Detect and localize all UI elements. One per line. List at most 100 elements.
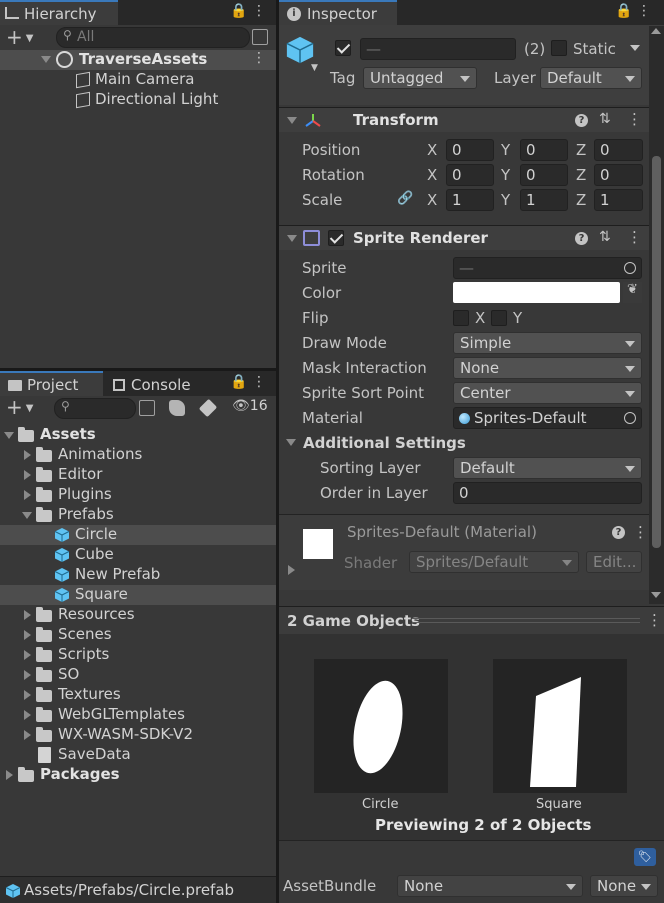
collapse-icon[interactable] (24, 710, 31, 720)
project-search-input[interactable]: ⚲ (54, 398, 136, 419)
create-button[interactable]: + ▼ (6, 27, 33, 49)
asset-bundle-name-dropdown[interactable]: None (397, 875, 583, 897)
expand-icon[interactable] (22, 512, 32, 519)
mask-interaction-dropdown[interactable]: None (453, 357, 642, 379)
axis-z-label[interactable]: Z (576, 166, 586, 184)
lock-icon[interactable]: 🔒 (230, 374, 247, 392)
preview-tile-square[interactable] (493, 659, 627, 793)
tab-hierarchy[interactable]: Hierarchy (0, 0, 118, 25)
collapse-icon[interactable] (24, 610, 31, 620)
lock-icon[interactable]: 🔒 (230, 3, 247, 21)
hidden-packages-toggle[interactable]: 👁16 (232, 398, 268, 414)
project-item-plugins[interactable]: Plugins (0, 485, 276, 505)
transform-rotation-y-field[interactable]: 0 (520, 164, 568, 186)
draw-mode-dropdown[interactable]: Simple (453, 332, 642, 354)
lock-icon[interactable]: 🔒 (615, 3, 632, 21)
additional-settings-toggle-icon[interactable] (286, 439, 296, 446)
collapse-icon[interactable] (24, 730, 31, 740)
more-menu-icon[interactable]: ⋮ (252, 3, 266, 21)
preview-drag-handle[interactable] (412, 618, 640, 623)
layer-dropdown[interactable]: Default (540, 67, 642, 89)
expand-icon[interactable] (4, 432, 14, 439)
project-item-editor[interactable]: Editor (0, 465, 276, 485)
sorting-layer-dropdown[interactable]: Default (453, 457, 642, 479)
color-swatch[interactable] (453, 282, 620, 303)
project-item-animations[interactable]: Animations (0, 445, 276, 465)
object-picker-icon[interactable] (624, 262, 636, 274)
component-menu-icon[interactable]: ⋮ (627, 228, 642, 246)
collapse-icon[interactable] (24, 630, 31, 640)
constrain-proportions-icon[interactable]: 🔗 (397, 191, 413, 206)
project-item-square[interactable]: Square (0, 585, 276, 605)
search-by-type-icon[interactable] (169, 400, 185, 416)
component-menu-icon[interactable]: ⋮ (627, 110, 642, 128)
collapse-icon[interactable] (24, 690, 31, 700)
help-icon[interactable]: ? (575, 232, 588, 245)
transform-rotation-z-field[interactable]: 0 (594, 164, 643, 186)
project-item-packages[interactable]: Packages (0, 765, 276, 785)
axis-y-label[interactable]: Y (501, 166, 510, 184)
eyedropper-icon[interactable]: ❦ (623, 282, 642, 303)
collapse-icon[interactable] (24, 450, 31, 460)
hierarchy-item-main-camera[interactable]: Main Camera (0, 70, 276, 90)
sprite-renderer-enabled-checkbox[interactable] (328, 230, 344, 246)
transform-position-z-field[interactable]: 0 (594, 139, 643, 161)
additional-settings-label[interactable]: Additional Settings (303, 434, 466, 452)
presets-icon[interactable]: ⇅ (599, 229, 611, 245)
search-by-scene-icon[interactable] (139, 400, 155, 416)
static-checkbox[interactable] (551, 40, 567, 56)
collapse-icon[interactable] (24, 470, 31, 480)
flip-y-checkbox[interactable] (491, 310, 507, 326)
help-icon[interactable]: ? (612, 526, 625, 539)
project-item-prefabs[interactable]: Prefabs (0, 505, 276, 525)
asset-bundle-variant-dropdown[interactable]: None (590, 875, 658, 897)
project-item-circle[interactable]: Circle (0, 525, 276, 545)
search-by-label-icon[interactable] (198, 398, 218, 418)
transform-position-y-field[interactable]: 0 (520, 139, 568, 161)
project-item-savedata[interactable]: SaveData (0, 745, 276, 765)
project-item-so[interactable]: SO (0, 665, 276, 685)
project-item-textures[interactable]: Textures (0, 685, 276, 705)
more-menu-icon[interactable]: ⋮ (637, 3, 651, 21)
help-icon[interactable]: ? (575, 114, 588, 127)
tag-dropdown[interactable]: Untagged (363, 67, 477, 89)
presets-icon[interactable]: ⇅ (599, 111, 611, 127)
axis-x-label[interactable]: X (427, 191, 437, 209)
axis-y-label[interactable]: Y (501, 191, 510, 209)
project-item-new-prefab[interactable]: New Prefab (0, 565, 276, 585)
scene-menu-icon[interactable]: ⋮ (252, 50, 266, 68)
prefab-large-icon[interactable] (285, 35, 315, 65)
hierarchy-item-directional-light[interactable]: Directional Light (0, 90, 276, 110)
sprite-renderer-header[interactable]: Sprite Renderer ? ⇅ ⋮ (279, 225, 649, 250)
inspector-scrollbar[interactable] (649, 26, 664, 604)
scroll-up-icon[interactable] (651, 28, 661, 34)
collapse-icon[interactable] (24, 490, 31, 500)
project-item-cube[interactable]: Cube (0, 545, 276, 565)
hierarchy-search-input[interactable]: ⚲ All (56, 27, 250, 48)
transform-scale-y-field[interactable]: 1 (520, 189, 568, 211)
project-item-scripts[interactable]: Scripts (0, 645, 276, 665)
project-item-assets[interactable]: Assets (0, 425, 276, 445)
sprite-field[interactable]: — (453, 257, 642, 279)
active-checkbox[interactable] (335, 40, 351, 56)
project-item-resources[interactable]: Resources (0, 605, 276, 625)
asset-labels-icon[interactable]: 🏷 (634, 848, 656, 866)
collapse-icon[interactable] (24, 650, 31, 660)
project-item-webgltemplates[interactable]: WebGLTemplates (0, 705, 276, 725)
project-item-wx-wasm-sdk-v2[interactable]: WX-WASM-SDK-V2 (0, 725, 276, 745)
scroll-down-icon[interactable] (651, 592, 661, 598)
tab-project[interactable]: Project (0, 371, 103, 396)
transform-scale-x-field[interactable]: 1 (446, 189, 494, 211)
axis-z-label[interactable]: Z (576, 191, 586, 209)
axis-x-label[interactable]: X (427, 141, 437, 159)
more-menu-icon[interactable]: ⋮ (252, 374, 266, 392)
inspector-scrollbar-thumb[interactable] (652, 156, 661, 548)
preview-menu-icon[interactable]: ⋮ (647, 611, 662, 629)
material-field[interactable]: Sprites-Default (453, 407, 642, 429)
sprite-sort-point-dropdown[interactable]: Center (453, 382, 642, 404)
scene-visibility-icon[interactable] (252, 29, 268, 45)
edit-shader-button[interactable]: Edit... (586, 551, 642, 573)
name-field[interactable]: — (360, 38, 516, 60)
tab-inspector[interactable]: i Inspector (279, 0, 397, 25)
collapse-icon[interactable] (6, 770, 13, 780)
